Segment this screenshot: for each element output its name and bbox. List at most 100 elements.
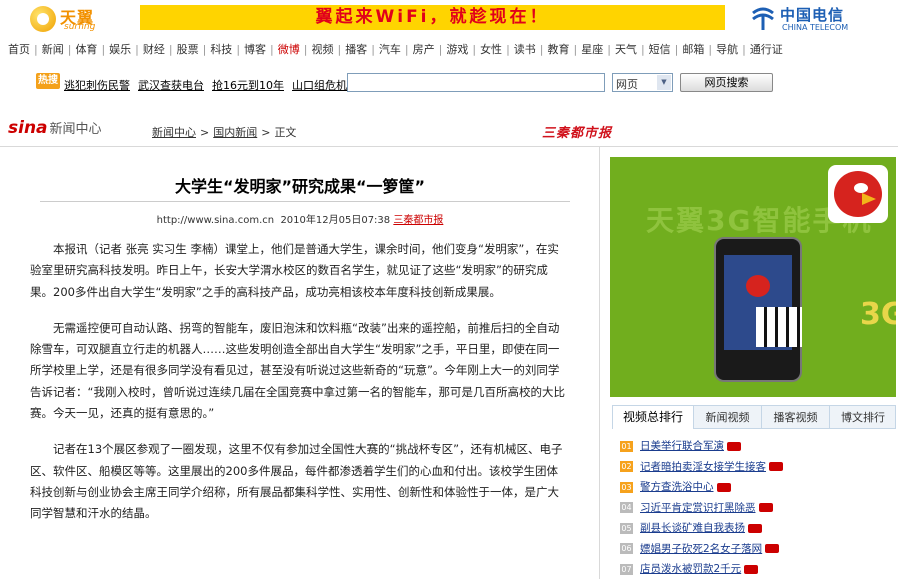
nav-separator: | bbox=[539, 43, 544, 56]
channel-link[interactable]: 首页 bbox=[8, 43, 30, 56]
video-list-item: 05 副县长谈矿难自我表扬 bbox=[620, 518, 890, 539]
channel-link[interactable]: 教育 bbox=[548, 43, 570, 56]
channel-link[interactable]: 通行证 bbox=[750, 43, 783, 56]
smartphone-ad[interactable]: 天翼3G智能手机 3G bbox=[610, 157, 896, 397]
hot-search-label: 热搜 bbox=[36, 73, 60, 89]
nav-separator: | bbox=[337, 43, 342, 56]
ad-3g-text: 3G bbox=[860, 297, 896, 332]
hot-search-links: 逃犯刺伤民警 武汉查获电台 抢16元到10年 山口组危机 bbox=[64, 77, 355, 93]
sanqin-logo[interactable]: 三秦都市报 bbox=[542, 122, 612, 141]
sina-news-center-label: 新闻中心 bbox=[49, 122, 102, 137]
article-date: 2010年12月05日07:38 bbox=[280, 215, 391, 226]
web-search-button[interactable]: 网页搜索 bbox=[680, 73, 773, 92]
tab-video-total[interactable]: 视频总排行 bbox=[613, 406, 693, 430]
phone-image bbox=[714, 237, 802, 382]
nav-separator: | bbox=[270, 43, 274, 56]
video-link[interactable]: 日美举行联合军演 bbox=[640, 440, 724, 452]
hot-search-link[interactable]: 逃犯刺伤民警 bbox=[64, 79, 130, 92]
channel-link[interactable]: 视频 bbox=[311, 43, 333, 56]
nav-separator: | bbox=[607, 43, 611, 56]
sina-logo[interactable]: sina 新闻中心 bbox=[8, 118, 102, 138]
article-body: 本报讯（记者 张亮 实习生 李楠）课堂上，他们是普通大学生，课余时间，他们变身“… bbox=[30, 239, 565, 540]
channel-link[interactable]: 播客 bbox=[345, 43, 367, 56]
search-input[interactable] bbox=[347, 73, 605, 92]
video-camera-icon bbox=[744, 564, 759, 574]
channel-link[interactable]: 娱乐 bbox=[109, 43, 131, 56]
channel-link[interactable]: 女性 bbox=[480, 43, 502, 56]
video-link[interactable]: 嫖娼男子砍死2名女子落网 bbox=[640, 543, 762, 555]
rank-badge: 03 bbox=[620, 481, 633, 493]
rank-badge: 02 bbox=[620, 461, 633, 472]
breadcrumb-domestic-news[interactable]: 国内新闻 bbox=[213, 126, 257, 139]
nav-separator: | bbox=[101, 43, 106, 56]
channel-link[interactable]: 汽车 bbox=[379, 43, 401, 56]
article-url: http://www.sina.com.cn bbox=[156, 215, 275, 226]
angry-bird-icon bbox=[746, 275, 770, 297]
rank-badge: 01 bbox=[620, 440, 633, 452]
tab-news-video[interactable]: 新闻视频 bbox=[693, 406, 761, 429]
tab-podcast-video[interactable]: 播客视频 bbox=[761, 406, 829, 429]
title-divider bbox=[40, 201, 570, 202]
article-paragraph: 本报讯（记者 张亮 实习生 李楠）课堂上，他们是普通大学生，课余时间，他们变身“… bbox=[30, 242, 559, 299]
rank-badge: 06 bbox=[620, 543, 633, 554]
nav-separator: | bbox=[472, 43, 477, 56]
channel-link[interactable]: 读书 bbox=[514, 43, 536, 56]
channel-link[interactable]: 短信 bbox=[649, 43, 671, 56]
channel-link[interactable]: 财经 bbox=[143, 43, 165, 56]
tab-blog-ranking[interactable]: 博文排行 bbox=[829, 406, 896, 429]
nav-separator: | bbox=[506, 43, 510, 56]
video-link[interactable]: 警方查洗浴中心 bbox=[640, 481, 714, 493]
china-telecom-logo[interactable]: 中国电信 CHINA TELECOM bbox=[750, 4, 890, 34]
chevron-down-icon[interactable]: ▼ bbox=[657, 75, 671, 90]
hot-search-link[interactable]: 抢16元到10年 bbox=[212, 79, 284, 92]
channel-link[interactable]: 导航 bbox=[716, 43, 738, 56]
hot-search-link[interactable]: 山口组危机 bbox=[292, 79, 347, 92]
nav-separator: | bbox=[168, 43, 173, 56]
channel-link[interactable]: 星座 bbox=[581, 43, 603, 56]
nav-separator: | bbox=[438, 43, 443, 56]
channel-link[interactable]: 新闻 bbox=[42, 43, 64, 56]
china-telecom-icon bbox=[752, 7, 774, 30]
channel-link[interactable]: 微博 bbox=[278, 43, 300, 56]
nav-separator: | bbox=[573, 43, 578, 56]
breadcrumb-news-center[interactable]: 新闻中心 bbox=[152, 126, 196, 139]
hot-search-link[interactable]: 武汉查获电台 bbox=[138, 79, 204, 92]
tianyi-logo[interactable]: 天翼 surfing bbox=[30, 4, 110, 32]
article-paragraph: 无需遥控便可自动认路、拐弯的智能车，废旧泡沫和饮料瓶“改装”出来的遥控船，前推后… bbox=[30, 320, 565, 421]
video-link[interactable]: 习近平肯定赏识打黑除恶 bbox=[640, 502, 756, 514]
channel-link[interactable]: 天气 bbox=[615, 43, 637, 56]
rank-badge: 04 bbox=[620, 502, 633, 513]
nav-separator: | bbox=[742, 43, 746, 56]
video-list-item: 03 警方查洗浴中心 bbox=[620, 477, 890, 498]
channel-nav: 首页 | 新闻 | 体育 | 娱乐 | 财经 | 股票 | 科技 | 博客 | 微博 | 视频 | 播客 | 汽车 | 房产 | 游… bbox=[8, 41, 888, 56]
article-title: 大学生“发明家”研究成果“一箩筐” bbox=[174, 177, 426, 196]
channel-link[interactable]: 博客 bbox=[244, 43, 266, 56]
video-camera-icon bbox=[769, 462, 783, 471]
video-link[interactable]: 副县长谈矿难自我表扬 bbox=[640, 522, 745, 534]
article-source-link[interactable]: 三秦都市报 bbox=[393, 215, 443, 226]
channel-link[interactable]: 科技 bbox=[210, 43, 232, 56]
nav-separator: | bbox=[640, 43, 645, 56]
video-list-item: 02 记者暗拍卖淫女接学生接客 bbox=[620, 457, 890, 478]
channel-link[interactable]: 房产 bbox=[413, 43, 435, 56]
video-list-item: 04 习近平肯定赏识打黑除恶 bbox=[620, 498, 890, 519]
video-camera-icon bbox=[716, 482, 731, 492]
nav-separator: | bbox=[674, 43, 679, 56]
channel-link[interactable]: 游戏 bbox=[446, 43, 468, 56]
article-meta: http://www.sina.com.cn 2010年12月05日07:38 … bbox=[0, 211, 600, 226]
channel-link[interactable]: 体育 bbox=[75, 43, 97, 56]
channel-link[interactable]: 股票 bbox=[177, 43, 199, 56]
search-type-value: 网页 bbox=[616, 78, 638, 91]
article-paragraph: 记者在13个展区参观了一圈发现，这里不仅有参加过全国性大赛的“挑战杯专区”，还有… bbox=[30, 442, 563, 521]
breadcrumb: 新闻中心 > 国内新闻 > 正文 bbox=[152, 124, 296, 140]
video-link[interactable]: 店员泼水被罚款2千元 bbox=[640, 563, 741, 575]
channel-link[interactable]: 邮箱 bbox=[682, 43, 704, 56]
rank-badge: 07 bbox=[620, 563, 633, 575]
piano-keys-icon bbox=[756, 307, 802, 347]
video-link[interactable]: 记者暗拍卖淫女接学生接客 bbox=[640, 461, 766, 473]
wifi-ad-banner[interactable]: 翼起来WiFi，就趁现在！ bbox=[140, 5, 725, 30]
bird-beak-icon bbox=[862, 193, 876, 205]
tianyi-logo-icon bbox=[30, 6, 56, 32]
nav-separator: | bbox=[708, 43, 713, 56]
search-type-select[interactable]: 网页 ▼ bbox=[612, 73, 673, 92]
